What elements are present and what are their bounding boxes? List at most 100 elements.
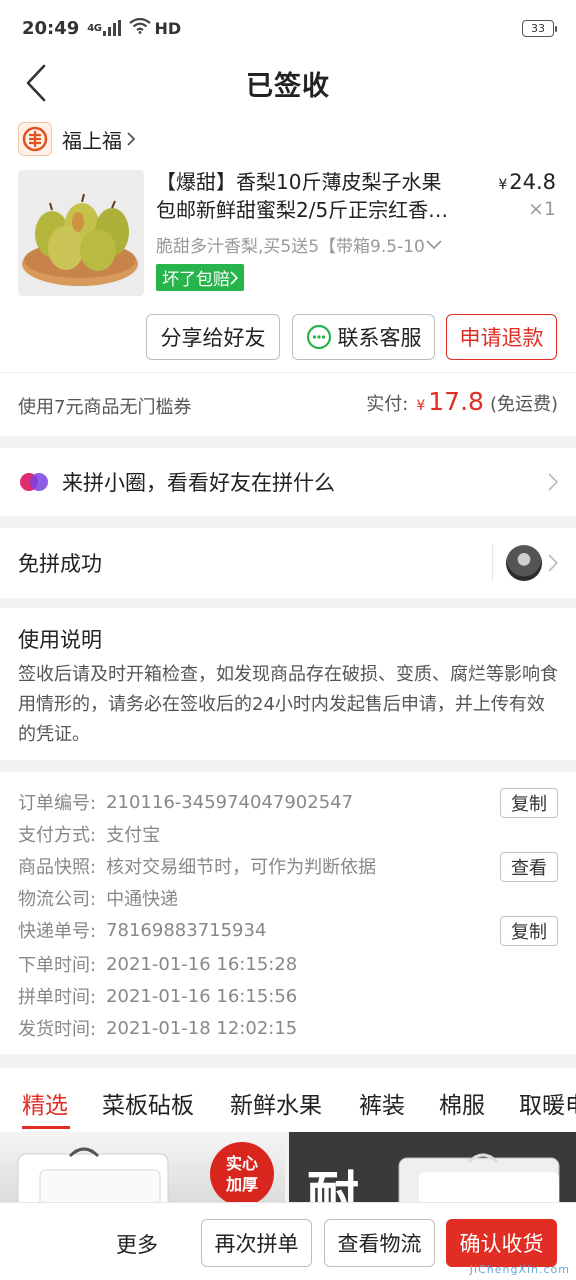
refund-button[interactable]: 申请退款 — [446, 314, 557, 360]
battery-level: 33 — [531, 21, 545, 35]
spec-text: 脆甜多汁香梨,买5送5【带箱9.5-10 — [156, 237, 425, 257]
info-value: 78169883715934 — [106, 919, 267, 941]
shipping-note: (免运费) — [489, 394, 558, 415]
usage-title: 使用说明 — [18, 628, 102, 652]
info-row-order-number: 订单编号: 210116-345974047902547 — [18, 786, 353, 818]
info-label: 物流公司: — [18, 889, 97, 910]
back-arrow-icon — [26, 64, 46, 102]
view-logistics-button[interactable]: 查看物流 — [324, 1219, 435, 1267]
info-label: 商品快照: — [18, 857, 97, 878]
contact-label: 联系客服 — [337, 326, 422, 350]
info-row-order-time: 下单时间: 2021-01-16 16:15:28 — [18, 948, 297, 980]
badge-line1: 实心 — [225, 1154, 258, 1173]
tab-cutting-board[interactable]: 菜板砧板 — [102, 1086, 194, 1120]
paid-value: 17.8 — [428, 387, 484, 416]
store-logo-icon — [18, 122, 52, 156]
product-spec[interactable]: 脆甜多汁香梨,买5送5【带箱9.5-10 — [156, 232, 478, 257]
product-banner-left[interactable]: 实心 加厚 — [0, 1132, 285, 1202]
nav-bar: 已签收 — [0, 56, 576, 110]
more-button[interactable]: 更多 — [116, 1229, 158, 1259]
info-value: 210116-345974047902547 — [106, 791, 354, 813]
info-value: 中通快递 — [106, 889, 179, 910]
view-label: 查看 — [511, 858, 547, 879]
badge-line2: 加厚 — [225, 1175, 258, 1194]
chevron-right-icon — [548, 554, 558, 572]
signal-icon — [103, 20, 122, 36]
refund-label: 申请退款 — [459, 326, 544, 350]
share-button[interactable]: 分享给好友 — [146, 314, 280, 360]
copy-tracking-number-button[interactable]: 复制 — [500, 916, 558, 946]
tab-cotton-clothes[interactable]: 棉服 — [439, 1086, 485, 1120]
battery-icon: 33 — [522, 19, 557, 37]
reorder-label: 再次拼单 — [214, 1232, 299, 1256]
bottom-action-bar: 更多 再次拼单 查看物流 确认收货 JiChengXin.com — [0, 1202, 576, 1280]
tab-heater[interactable]: 取暖电 — [519, 1086, 576, 1120]
group-success-text: 免拼成功 — [18, 552, 102, 576]
info-label: 快递单号: — [18, 921, 97, 942]
pin-circle-row[interactable]: 来拼小圈，看看好友在拼什么 — [0, 448, 576, 516]
tab-fresh-fruit[interactable]: 新鲜水果 — [230, 1086, 322, 1120]
wifi-icon — [129, 17, 152, 39]
pin-circle-text: 来拼小圈，看看好友在拼什么 — [62, 471, 335, 495]
reorder-button[interactable]: 再次拼单 — [201, 1219, 312, 1267]
info-row-tracking-number: 快递单号: 78169883715934 — [18, 914, 266, 946]
product-price: ¥24.8 — [498, 170, 556, 194]
confirm-receipt-button[interactable]: 确认收货 — [446, 1219, 557, 1267]
copy-label: 复制 — [511, 922, 547, 943]
usage-instructions: 使用说明 签收后请及时开箱检查，如发现商品存在破损、变质、腐烂等影响食用情形的，… — [0, 608, 576, 760]
status-bar: 20:49 4G HD 33 — [0, 0, 576, 56]
price-value: 24.8 — [509, 170, 556, 194]
order-info: 订单编号: 210116-345974047902547 复制 支付方式: 支付宝 … — [0, 772, 576, 1054]
price-symbol: ¥ — [498, 177, 508, 193]
paid-label: 实付: — [366, 394, 409, 415]
confirm-label: 确认收货 — [459, 1232, 544, 1256]
info-label: 发货时间: — [18, 1019, 97, 1040]
info-value: 2021-01-16 16:15:56 — [106, 985, 298, 1007]
recommend-tabs: 精选 菜板砧板 新鲜水果 裤装 棉服 取暖电 — [0, 1068, 576, 1132]
product-image[interactable] — [18, 170, 144, 296]
paid-amount: 实付: ¥ 17.8 (免运费) — [366, 387, 558, 416]
info-row-ship-time: 发货时间: 2021-01-18 12:02:15 — [18, 1012, 297, 1044]
product-title-line2: 包邮新鲜甜蜜梨2/5斤正宗红香… — [156, 198, 449, 222]
info-row-courier: 物流公司: 中通快递 — [18, 882, 178, 914]
product-banner-right[interactable]: 耐 — [289, 1132, 576, 1202]
avatar — [506, 545, 542, 581]
info-label: 订单编号: — [18, 793, 97, 814]
store-name: 福上福 — [62, 128, 122, 153]
info-label: 下单时间: — [18, 955, 97, 976]
contact-service-button[interactable]: 联系客服 — [292, 314, 435, 360]
chevron-right-icon — [230, 270, 238, 285]
back-button[interactable] — [16, 62, 56, 104]
chat-icon — [306, 324, 331, 350]
coupon-text: 使用7元商品无门槛券 — [18, 397, 192, 418]
copy-order-number-button[interactable]: 复制 — [500, 788, 558, 818]
info-value: 2021-01-18 12:02:15 — [106, 1017, 298, 1039]
chevron-down-icon — [426, 239, 442, 249]
page-title: 已签收 — [246, 70, 330, 102]
pin-circle-icon — [20, 473, 48, 491]
guarantee-label: 坏了包赔 — [162, 270, 230, 290]
banner-char: 耐 — [307, 1166, 360, 1202]
tab-featured[interactable]: 精选 — [22, 1086, 68, 1120]
group-success-row[interactable]: 免拼成功 — [0, 528, 576, 598]
info-row-snapshot: 商品快照: 核对交易细节时，可作为判断依据 — [18, 850, 376, 882]
product-title[interactable]: 【爆甜】香梨10斤薄皮梨子水果 包邮新鲜甜蜜梨2/5斤正宗红香… — [156, 168, 474, 224]
info-value: 核对交易细节时，可作为判断依据 — [106, 857, 377, 878]
copy-label: 复制 — [511, 794, 547, 815]
network-type: 4G — [87, 22, 102, 34]
guarantee-badge[interactable]: 坏了包赔 — [156, 264, 244, 291]
view-snapshot-button[interactable]: 查看 — [500, 852, 558, 882]
order-card: 福上福 【爆甜】香梨10斤薄皮梨子水果 包邮新鲜甜蜜梨2/5斤正宗红香… ¥24… — [0, 110, 576, 372]
hd-label: HD — [154, 18, 182, 38]
chevron-right-icon — [127, 132, 136, 146]
solid-thick-badge: 实心 加厚 — [210, 1142, 274, 1202]
store-link[interactable]: 福上福 — [18, 122, 136, 156]
product-title-line1: 【爆甜】香梨10斤薄皮梨子水果 — [156, 170, 442, 194]
usage-body: 签收后请及时开箱检查，如发现商品存在破损、变质、腐烂等影响食用情形的，请务必在签… — [18, 664, 558, 745]
info-row-payment-method: 支付方式: 支付宝 — [18, 818, 160, 850]
info-label: 拼单时间: — [18, 987, 97, 1008]
info-value: 2021-01-16 16:15:28 — [106, 953, 298, 975]
active-tab-indicator — [22, 1126, 70, 1129]
tab-pants[interactable]: 裤装 — [359, 1086, 405, 1120]
divider — [492, 544, 493, 582]
